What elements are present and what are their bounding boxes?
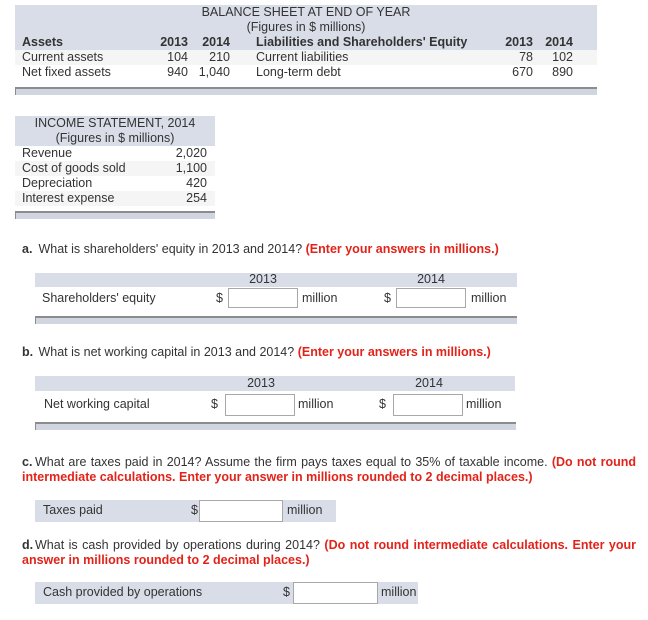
income-statement-footer	[15, 211, 215, 219]
liability-value-2014: 102	[552, 50, 573, 64]
asset-value-2013: 940	[167, 65, 188, 79]
balance-sheet-title: BALANCE SHEET AT END OF YEAR	[201, 5, 411, 19]
cash-provided-by-operations-input[interactable]	[293, 582, 378, 604]
income-row-label: Depreciation	[22, 176, 93, 190]
question-c: c. What are taxes paid in 2014? Assume th…	[22, 455, 636, 485]
question-a-text: What is shareholders' equity in 2013 and…	[38, 242, 303, 256]
income-row-value: 2,020	[175, 146, 207, 160]
question-a-row-label: Shareholders' equity	[42, 291, 156, 305]
question-a-col-2013: 2013	[249, 272, 277, 286]
question-b-col-2013: 2013	[247, 376, 275, 390]
assets-header: Assets	[22, 35, 63, 49]
asset-value-2013: 104	[167, 50, 188, 64]
dollar-sign: $	[191, 503, 198, 517]
dollar-sign: $	[211, 397, 218, 411]
unit-label: million	[466, 397, 502, 411]
shareholders-equity-2014-input[interactable]	[396, 288, 466, 308]
net-working-capital-2014-input[interactable]	[393, 394, 463, 416]
taxes-paid-input[interactable]	[199, 500, 283, 522]
balance-sheet-subtitle: (Figures in $ millions)	[246, 20, 366, 34]
unit-label: million	[298, 397, 334, 411]
question-d: d. What is cash provided by operations du…	[22, 538, 636, 568]
liability-value-2013: 670	[512, 65, 533, 79]
asset-value-2014: 210	[209, 50, 230, 64]
question-d-letter: d.	[22, 538, 34, 552]
question-b-text: What is net working capital in 2013 and …	[38, 345, 295, 359]
income-row-label: Cost of goods sold	[22, 161, 126, 175]
asset-label: Current assets	[22, 50, 104, 64]
income-row-value: 254	[186, 191, 207, 205]
question-a-col-2014: 2014	[417, 272, 445, 286]
question-b-footer	[35, 422, 516, 430]
balance-sheet-footer	[15, 87, 597, 95]
dollar-sign: $	[384, 291, 391, 305]
liabilities-header: Liabilities and Shareholders' Equity	[256, 35, 468, 49]
liab-year-2013-header: 2013	[505, 35, 533, 49]
income-row-value: 1,100	[175, 161, 207, 175]
liability-value-2013: 78	[519, 50, 533, 64]
income-statement-subtitle: (Figures in $ millions)	[55, 131, 175, 145]
question-a-instruction: (Enter your answers in millions.)	[305, 242, 499, 256]
unit-label: million	[471, 291, 507, 305]
income-row-label: Revenue	[22, 146, 73, 160]
question-d-text: What is cash provided by operations duri…	[35, 538, 320, 552]
question-c-letter: c.	[22, 455, 33, 469]
dollar-sign: $	[379, 397, 386, 411]
unit-label: million	[381, 585, 417, 599]
question-b: b. What is net working capital in 2013 a…	[22, 345, 636, 360]
dollar-sign: $	[216, 291, 223, 305]
net-working-capital-2013-input[interactable]	[225, 394, 295, 416]
question-d-row-label: Cash provided by operations	[43, 585, 203, 599]
question-a: a. What is shareholders' equity in 2013 …	[22, 242, 636, 257]
liability-label: Current liabilities	[256, 50, 349, 64]
shareholders-equity-2013-input[interactable]	[228, 288, 298, 308]
income-row-label: Interest expense	[22, 191, 115, 205]
question-b-row-label: Net working capital	[44, 397, 150, 411]
dollar-sign: $	[283, 585, 290, 599]
liability-value-2014: 890	[552, 65, 573, 79]
income-statement-title: INCOME STATEMENT, 2014	[34, 116, 196, 130]
question-b-instruction: (Enter your answers in millions.)	[297, 345, 491, 359]
unit-label: million	[302, 291, 338, 305]
question-b-col-2014: 2014	[415, 376, 443, 390]
assets-year-2013-header: 2013	[160, 35, 188, 49]
liability-label: Long-term debt	[256, 65, 341, 79]
question-c-text: What are taxes paid in 2014? Assume the …	[35, 455, 548, 469]
question-b-letter: b.	[22, 345, 34, 359]
question-c-row-label: Taxes paid	[43, 503, 103, 517]
question-a-letter: a.	[22, 242, 33, 256]
liab-year-2014-header: 2014	[545, 35, 573, 49]
asset-value-2014: 1,040	[198, 65, 230, 79]
question-a-footer	[35, 316, 517, 324]
asset-label: Net fixed assets	[22, 65, 111, 79]
income-row-value: 420	[186, 176, 207, 190]
unit-label: million	[287, 503, 323, 517]
assets-year-2014-header: 2014	[202, 35, 230, 49]
